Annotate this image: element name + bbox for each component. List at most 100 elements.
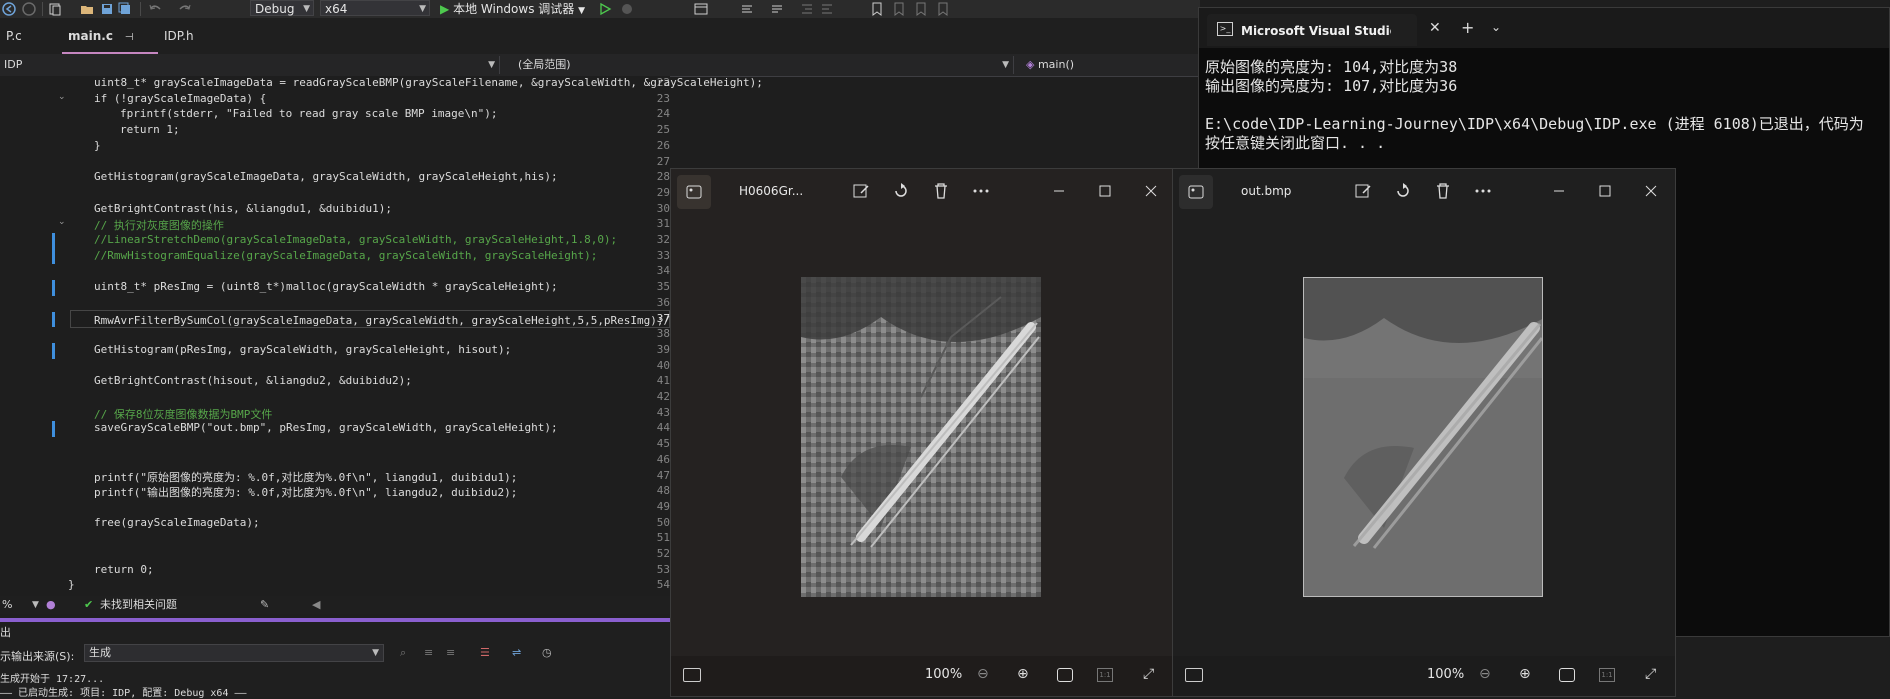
clear-bookmark-icon[interactable]	[936, 2, 950, 16]
tab-main-c[interactable]: main.c ⊣ ✕	[62, 18, 158, 81]
hot-reload-icon[interactable]	[620, 2, 634, 16]
zoom-out-icon[interactable]: ⊖	[1479, 666, 1491, 682]
brush-icon[interactable]: ✎	[260, 596, 269, 614]
rotate-icon[interactable]	[1393, 181, 1413, 201]
code-line[interactable]: //RmwHistogramEqualize(grayScaleImageDat…	[94, 249, 597, 262]
configuration-select[interactable]: Debug ▼	[250, 0, 314, 16]
maximize-icon[interactable]	[1595, 181, 1615, 201]
redo-icon[interactable]	[178, 2, 192, 16]
chevron-down-icon[interactable]: ▼	[32, 596, 39, 614]
filmstrip-icon[interactable]	[1185, 668, 1203, 682]
indent-icon[interactable]	[800, 2, 814, 16]
photo-viewer-output[interactable]: out.bmp 100% ⊖ ⊕ 1:1 ⤢	[1172, 168, 1676, 697]
scope-selector[interactable]: (全局范围) ▼	[514, 56, 1014, 74]
issues-status[interactable]: 未找到相关问题	[100, 596, 177, 614]
toggle-comment-icon[interactable]	[770, 2, 784, 16]
code-line[interactable]: //LinearStretchDemo(grayScaleImageData, …	[94, 233, 617, 246]
start-debugging-button[interactable]: ▶ 本地 Windows 调试器 ▼	[440, 0, 585, 18]
zoom-in-icon[interactable]: ⊕	[1519, 666, 1531, 682]
delete-icon[interactable]	[931, 181, 951, 201]
code-line[interactable]: printf("原始图像的亮度为: %.0f,对比度为%.0f\n", lian…	[94, 469, 517, 485]
actual-size-icon[interactable]: 1:1	[1097, 668, 1113, 682]
fit-to-window-icon[interactable]	[1057, 668, 1073, 682]
actual-size-icon[interactable]: 1:1	[1599, 668, 1615, 682]
copilot-icon[interactable]: ●	[46, 596, 56, 614]
filmstrip-icon[interactable]	[683, 668, 701, 682]
close-icon[interactable]	[1141, 181, 1161, 201]
code-line[interactable]: GetHistogram(grayScaleImageData, graySca…	[94, 170, 558, 183]
code-line[interactable]: free(grayScaleImageData);	[94, 516, 260, 529]
fullscreen-icon[interactable]: ⤢	[1143, 666, 1154, 682]
fullscreen-icon[interactable]: ⤢	[1645, 666, 1656, 682]
format-icon[interactable]	[740, 2, 754, 16]
more-options-icon[interactable]	[1473, 181, 1493, 201]
word-wrap-icon[interactable]: ⇌	[512, 646, 521, 659]
code-line[interactable]: saveGrayScaleBMP("out.bmp", pResImg, gra…	[94, 421, 558, 434]
tab-idp-h[interactable]: IDP.h	[158, 18, 228, 54]
bookmark-icon[interactable]	[870, 2, 884, 16]
edit-image-icon[interactable]	[1353, 181, 1373, 201]
fold-toggle-icon[interactable]: ⌄	[58, 217, 67, 227]
start-without-debug-icon[interactable]	[598, 2, 612, 16]
scroll-left-icon[interactable]: ◀	[312, 596, 320, 614]
new-tab-icon[interactable]: +	[1461, 18, 1474, 37]
close-icon[interactable]: ✕	[1429, 20, 1441, 36]
gallery-button[interactable]	[1179, 175, 1213, 209]
tab-p-c[interactable]: P.c ■	[0, 18, 42, 79]
back-icon[interactable]	[2, 2, 16, 16]
new-project-icon[interactable]	[48, 2, 62, 16]
edit-image-icon[interactable]	[851, 181, 871, 201]
undo-icon[interactable]	[148, 2, 162, 16]
code-line[interactable]: RmwAvrFilterBySumCol(grayScaleImageData,…	[94, 312, 688, 328]
more-options-icon[interactable]	[971, 181, 991, 201]
project-selector[interactable]: IDP ▼	[0, 56, 500, 74]
code-line[interactable]: uint8_t* pResImg = (uint8_t*)malloc(gray…	[94, 280, 558, 293]
clock-icon[interactable]: ◷	[542, 646, 552, 659]
code-line[interactable]: // 执行对灰度图像的操作	[94, 217, 224, 233]
zoom-level[interactable]: %	[2, 596, 12, 614]
code-line[interactable]: }	[68, 578, 75, 591]
code-line[interactable]: return 0;	[94, 563, 154, 576]
find-icon[interactable]: ⌕	[400, 646, 406, 660]
code-line[interactable]: // 保存8位灰度图像数据为BMP文件	[94, 406, 272, 422]
outdent-icon[interactable]	[820, 2, 834, 16]
code-line[interactable]: fprintf(stderr, "Failed to read gray sca…	[120, 107, 498, 120]
zoom-out-icon[interactable]: ⊖	[977, 666, 989, 682]
align-left-icon[interactable]: ≡	[424, 646, 433, 659]
code-editor[interactable]: 22 uint8_t* grayScaleImageData = readGray…	[0, 76, 763, 596]
output-source-select[interactable]: 生成 ▼	[84, 644, 384, 662]
save-icon[interactable]	[100, 2, 114, 16]
member-selector[interactable]: ◈ main()	[1022, 56, 1202, 74]
code-line[interactable]: GetBrightContrast(hisout, &liangdu2, &du…	[94, 374, 412, 387]
pin-icon[interactable]: ⊣	[125, 32, 134, 43]
minimize-icon[interactable]	[1049, 181, 1069, 201]
zoom-in-icon[interactable]: ⊕	[1017, 666, 1029, 682]
save-all-icon[interactable]	[118, 2, 132, 16]
align-right-icon[interactable]: ≡	[446, 646, 455, 659]
console-tab[interactable]: >_ Microsoft Visual Studio 调试 ✕	[1207, 14, 1441, 46]
gallery-button[interactable]	[677, 175, 711, 209]
code-line[interactable]: GetBrightContrast(his, &liangdu1, &duibi…	[94, 202, 392, 215]
fold-toggle-icon[interactable]: ⌄	[58, 92, 67, 102]
forward-icon[interactable]	[22, 2, 36, 16]
code-line[interactable]: return 1;	[120, 123, 180, 136]
code-line[interactable]: GetHistogram(pResImg, grayScaleWidth, gr…	[94, 343, 511, 356]
code-line[interactable]: printf("输出图像的亮度为: %.0f,对比度为%.0f\n", lian…	[94, 484, 517, 500]
chevron-down-icon[interactable]: ⌄	[1491, 20, 1501, 34]
close-icon[interactable]	[1641, 181, 1661, 201]
clear-all-icon[interactable]: ☰	[480, 646, 490, 659]
prev-bookmark-icon[interactable]	[892, 2, 906, 16]
code-line[interactable]: }	[94, 139, 101, 152]
delete-icon[interactable]	[1433, 181, 1453, 201]
solution-explorer-icon[interactable]	[694, 2, 708, 16]
open-folder-icon[interactable]	[80, 2, 94, 16]
rotate-icon[interactable]	[891, 181, 911, 201]
code-line[interactable]: uint8_t* grayScaleImageData = readGraySc…	[94, 76, 763, 89]
next-bookmark-icon[interactable]	[914, 2, 928, 16]
photo-viewer-original[interactable]: H0606Gr... 100% ⊖ ⊕ 1:1 ⤢	[670, 168, 1174, 697]
maximize-icon[interactable]	[1095, 181, 1115, 201]
code-line[interactable]: if (!grayScaleImageData) {	[94, 92, 266, 105]
minimize-icon[interactable]	[1549, 181, 1569, 201]
platform-select[interactable]: x64 ▼	[320, 0, 430, 16]
fit-to-window-icon[interactable]	[1559, 668, 1575, 682]
